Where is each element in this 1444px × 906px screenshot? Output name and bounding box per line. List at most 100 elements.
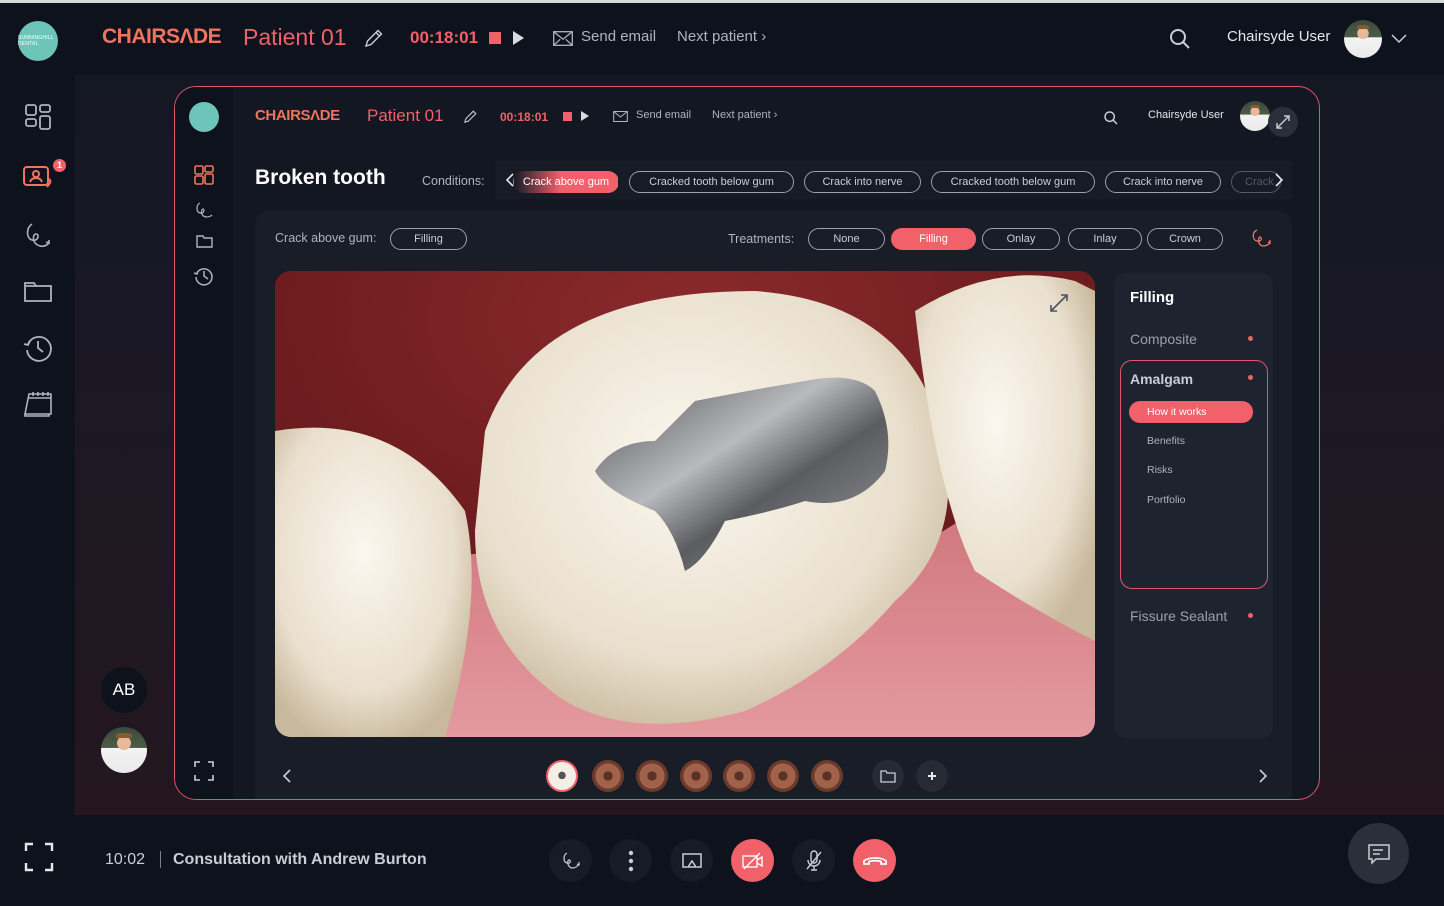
clinic-logo: SUNNINGHILL DENTAL: [18, 21, 58, 61]
inner-stop-icon[interactable]: [563, 112, 572, 121]
chat-button[interactable]: [1348, 823, 1409, 884]
mail-icon[interactable]: [553, 31, 573, 46]
thumbnail[interactable]: [592, 760, 624, 792]
condition-chip[interactable]: Crack above gum: [513, 171, 619, 193]
inner-session-timer: 00:18:01: [500, 110, 549, 124]
treatment-chip[interactable]: Filling: [891, 228, 976, 250]
menu-item-fissure-sealant[interactable]: Fissure Sealant: [1130, 608, 1227, 624]
inner-mail-icon[interactable]: [613, 111, 628, 122]
chevron-down-icon[interactable]: [1390, 32, 1408, 44]
screen-share-icon: [681, 852, 702, 868]
molar-filling-illustration: [275, 271, 1095, 737]
submenu-portfolio[interactable]: Portfolio: [1147, 494, 1186, 506]
more-options-button[interactable]: [609, 839, 652, 882]
calendar-icon[interactable]: [22, 388, 54, 420]
stop-recording-icon[interactable]: [489, 32, 501, 44]
submenu-risks[interactable]: Risks: [1147, 464, 1173, 476]
fullscreen-icon[interactable]: [24, 842, 54, 872]
consultation-title: Consultation with Andrew Burton: [173, 851, 427, 868]
send-email-button[interactable]: Send email: [581, 28, 656, 45]
treatment-chip[interactable]: Crown: [1147, 228, 1223, 250]
window-top-edge: [0, 0, 1444, 3]
treatment-chip[interactable]: None: [808, 228, 885, 250]
condition-chip[interactable]: Cracked tooth below gum: [931, 171, 1095, 193]
play-icon[interactable]: [513, 31, 524, 45]
conditions-label: Conditions:: [422, 174, 485, 188]
inner-folder-icon[interactable]: [193, 230, 215, 252]
thumbnail[interactable]: [636, 760, 668, 792]
inner-dashboard-grid-icon[interactable]: [193, 164, 215, 186]
camera-off-button[interactable]: [731, 839, 774, 882]
scribble-icon: [562, 851, 580, 869]
video-call-icon[interactable]: [22, 161, 54, 193]
condition-chip[interactable]: Crack into nerve: [1105, 171, 1221, 193]
microphone-off-button[interactable]: [792, 839, 835, 882]
shared-app-frame: CHAIRSΛDE Patient 01 00:18:01 Send email…: [174, 86, 1320, 800]
search-icon[interactable]: [1168, 27, 1192, 51]
end-call-button[interactable]: [853, 839, 896, 882]
condition-chip[interactable]: Crack into nerve: [804, 171, 921, 193]
thumbnail[interactable]: [723, 760, 755, 792]
condition-chip[interactable]: Cracked tooth below gum: [629, 171, 794, 193]
image-fullscreen-icon[interactable]: [1048, 292, 1070, 314]
history-icon[interactable]: [22, 332, 54, 364]
selected-condition-label: Crack above gum:: [275, 231, 377, 245]
thumbnail[interactable]: [767, 760, 799, 792]
folder-icon[interactable]: [22, 276, 54, 308]
divider: [160, 851, 161, 868]
thumbnail[interactable]: [546, 760, 578, 792]
hang-up-phone-icon: [862, 856, 887, 865]
user-avatar[interactable]: [1344, 20, 1382, 58]
inner-user-name[interactable]: Chairsyde User: [1148, 109, 1224, 121]
inner-next-patient-label: Next patient: [712, 109, 771, 121]
annotate-scribble-icon[interactable]: [1249, 228, 1273, 250]
more-vertical-icon: [628, 850, 633, 871]
menu-item-composite[interactable]: Composite: [1130, 331, 1197, 347]
inner-history-icon[interactable]: [193, 265, 215, 287]
chat-bubble-icon: [1367, 843, 1390, 865]
inner-fullscreen-icon[interactable]: [194, 761, 214, 781]
inner-edit-pencil-icon[interactable]: [462, 108, 479, 125]
call-time: 10:02: [105, 851, 146, 868]
inner-play-icon[interactable]: [581, 111, 589, 121]
inner-sidebar: [175, 87, 233, 799]
inner-send-email-button[interactable]: Send email: [636, 109, 691, 121]
dashboard-grid-icon[interactable]: [22, 101, 54, 133]
inner-scribble-icon[interactable]: [193, 199, 215, 221]
conditions-next-arrow-icon[interactable]: [1274, 173, 1284, 187]
plus-icon: [928, 772, 936, 780]
inner-clinic-logo: [189, 102, 219, 132]
user-name[interactable]: Chairsyde User: [1227, 28, 1330, 45]
camera-off-icon: [741, 852, 763, 869]
menu-title: Filling: [1130, 289, 1175, 306]
menu-item-amalgam[interactable]: Amalgam: [1130, 371, 1193, 387]
treatment-3d-image[interactable]: [275, 271, 1095, 737]
inner-next-patient-button[interactable]: Next patient ›: [712, 109, 777, 121]
treatment-chip[interactable]: Inlay: [1068, 228, 1142, 250]
inner-user-avatar[interactable]: [1240, 101, 1270, 131]
edit-pencil-icon[interactable]: [362, 26, 386, 50]
inner-brand-logo: CHAIRSΛDE: [255, 107, 340, 124]
treatment-chip[interactable]: Onlay: [982, 228, 1060, 250]
inner-search-icon[interactable]: [1103, 110, 1119, 126]
expand-arrows-icon: [1276, 115, 1290, 129]
image-next-arrow-icon[interactable]: [1257, 768, 1269, 784]
selected-treatment-chip[interactable]: Filling: [390, 228, 467, 250]
next-patient-button[interactable]: Next patient ›: [677, 28, 766, 45]
patient-name: Patient 01: [243, 24, 347, 50]
annotate-button[interactable]: [549, 839, 592, 882]
thumbnail[interactable]: [680, 760, 712, 792]
submenu-benefits[interactable]: Benefits: [1147, 435, 1185, 447]
expand-button[interactable]: [1268, 107, 1298, 137]
thumbnail[interactable]: [811, 760, 843, 792]
screen-share-button[interactable]: [670, 839, 713, 882]
folder-icon: [880, 770, 896, 783]
image-prev-arrow-icon[interactable]: [281, 768, 293, 784]
open-folder-button[interactable]: [872, 760, 904, 792]
submenu-how-it-works[interactable]: How it works: [1129, 401, 1253, 423]
inner-chevron-right-icon: ›: [773, 109, 778, 121]
session-timer: 00:18:01: [410, 28, 479, 47]
next-patient-label: Next patient: [677, 28, 758, 45]
add-image-button[interactable]: [916, 760, 948, 792]
scribble-icon[interactable]: [22, 220, 54, 252]
